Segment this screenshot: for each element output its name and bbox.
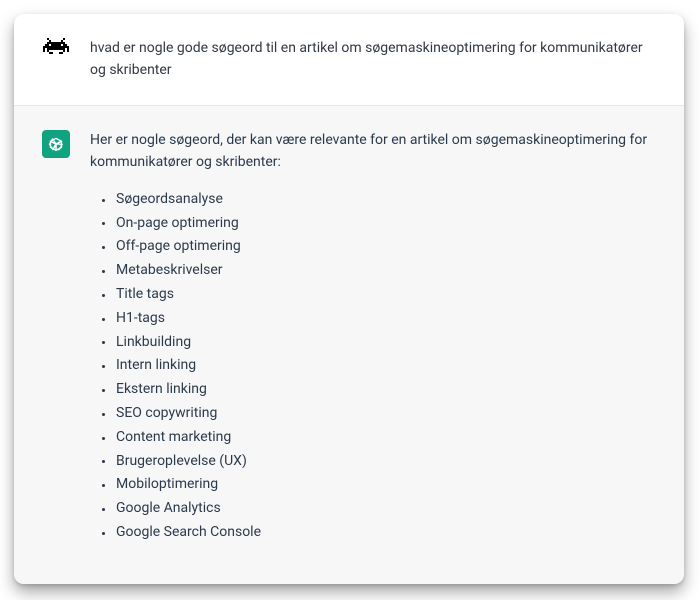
keyword-item: Linkbuilding [104,331,656,355]
assistant-avatar [42,130,70,158]
openai-logo-icon [42,130,70,158]
keyword-item: Metabeskrivelser [104,259,656,283]
keyword-item: Intern linking [104,354,656,378]
keyword-item: Title tags [104,283,656,307]
keyword-item: Off-page optimering [104,235,656,259]
keyword-item: Content marketing [104,426,656,450]
chat-card: hvad er nogle gode søgeord til en artike… [14,14,684,584]
user-avatar [42,38,70,66]
keyword-item: Brugeroplevelse (UX) [104,450,656,474]
keyword-item: Google Analytics [104,497,656,521]
assistant-intro-text: Her er nogle søgeord, der kan være relev… [90,130,656,173]
user-message-block: hvad er nogle gode søgeord til en artike… [14,14,684,106]
assistant-message-body: Her er nogle søgeord, der kan være relev… [90,130,656,560]
keyword-item: Ekstern linking [104,378,656,402]
keyword-item: SEO copywriting [104,402,656,426]
space-invader-icon [43,38,69,60]
keyword-item: Søgeordsanalyse [104,188,656,212]
user-message-text: hvad er nogle gode søgeord til en artike… [90,38,656,81]
keyword-item: On-page optimering [104,212,656,236]
assistant-message-block: Her er nogle søgeord, der kan være relev… [14,106,684,584]
keyword-item: Mobiloptimering [104,473,656,497]
keyword-list: SøgeordsanalyseOn-page optimeringOff-pag… [90,188,656,545]
keyword-item: Google Search Console [104,521,656,545]
keyword-item: H1-tags [104,307,656,331]
